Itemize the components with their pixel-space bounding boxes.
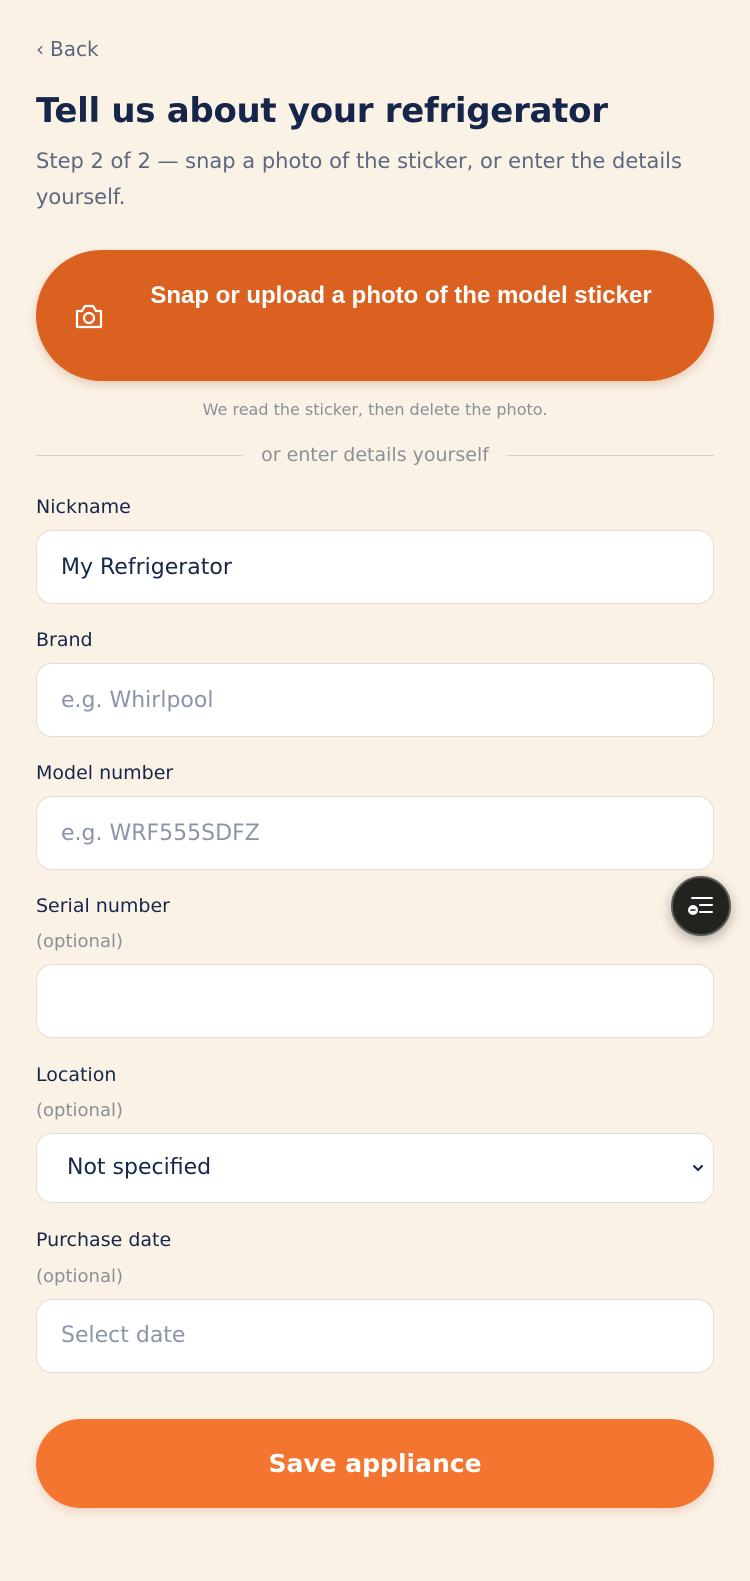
nickname-label: Nickname <box>36 496 131 518</box>
save-appliance-button[interactable]: Save appliance <box>36 1419 714 1508</box>
purchase-date-optional: (optional) <box>36 1266 123 1287</box>
chevron-down-icon <box>693 1165 703 1171</box>
page-title: Tell us about your refrigerator <box>36 91 608 131</box>
serial-number-optional: (optional) <box>36 931 123 952</box>
location-optional: (optional) <box>36 1100 123 1121</box>
assistant-fab[interactable] <box>671 876 731 936</box>
snap-photo-label: Snap or upload a photo of the model stic… <box>150 282 652 309</box>
location-selected-value: Not specified <box>67 1155 212 1180</box>
add-appliance-page: ‹ Back Tell us about your refrigerator S… <box>0 0 750 1581</box>
purchase-date-placeholder: Select date <box>61 1323 186 1348</box>
assistant-list-icon <box>688 897 713 915</box>
snap-photo-button[interactable]: Snap or upload a photo of the model stic… <box>36 250 714 381</box>
purchase-date-input[interactable]: Select date <box>36 1299 714 1373</box>
nickname-input[interactable] <box>36 530 714 604</box>
or-divider: or enter details yourself <box>36 443 715 467</box>
purchase-date-label: Purchase date <box>36 1229 172 1251</box>
camera-icon <box>75 304 103 329</box>
divider-line-right <box>506 454 715 456</box>
divider-line-left <box>36 454 244 456</box>
chevron-left-icon: ‹ <box>36 37 44 61</box>
location-select[interactable]: Not specified <box>36 1133 714 1203</box>
divider-text: or enter details yourself <box>261 444 489 466</box>
back-link[interactable]: ‹ Back <box>36 37 99 61</box>
back-label: Back <box>50 37 99 61</box>
model-number-label: Model number <box>36 762 174 784</box>
serial-number-input[interactable] <box>36 964 714 1038</box>
page-subtitle: Step 2 of 2 — snap a photo of the sticke… <box>36 149 682 209</box>
brand-label: Brand <box>36 629 93 651</box>
brand-input[interactable] <box>36 663 714 737</box>
serial-number-label: Serial number <box>36 895 170 917</box>
model-number-input[interactable] <box>36 796 714 870</box>
location-label: Location <box>36 1064 117 1086</box>
photo-privacy-note: We read the sticker, then delete the pho… <box>202 400 548 419</box>
